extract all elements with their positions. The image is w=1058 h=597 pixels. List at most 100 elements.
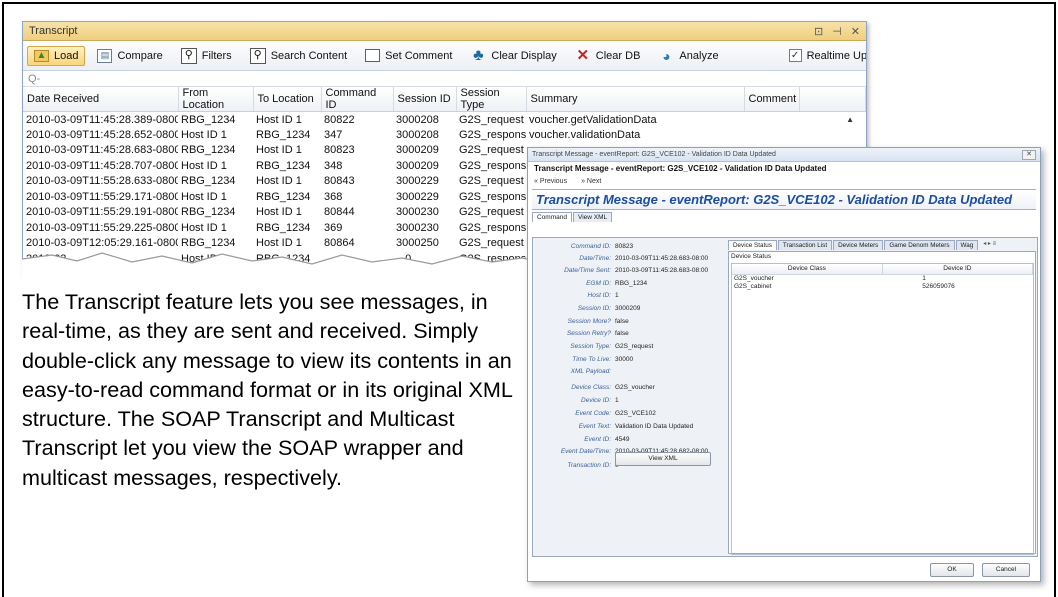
set-comment-button[interactable]: Set Comment [359, 46, 458, 65]
column-header[interactable]: From Location [178, 87, 254, 112]
field-value: 1 [615, 397, 619, 404]
table-cell: Host ID 1 [181, 128, 227, 141]
tab-view-xml[interactable]: View XML [572, 212, 613, 222]
table-row[interactable]: 2010-03-09T11:45:28.652-0800 Host ID 1 RBG… [23, 127, 866, 143]
table-cell: 2010-03-09T11:45:28.683-0800 [26, 144, 178, 157]
table-cell: voucher.validationData [529, 128, 641, 141]
table-cell: 3000230 [396, 206, 439, 219]
field-row: Date/Time Sent: 2010-03-09T11:45:28.683-0… [533, 267, 723, 277]
previous-button[interactable]: « Previous [534, 178, 567, 185]
device-tabs: Device Status Transaction List Device Me… [728, 238, 1038, 250]
pin-icon[interactable]: ⊣ [832, 25, 842, 38]
field-label: Date/Time Sent: [564, 267, 611, 274]
table-row[interactable]: 2010-03-09T11:45:28.389-0800 RBG_1234 Host… [23, 112, 866, 128]
view-xml-button[interactable]: View XML [615, 452, 711, 466]
column-header[interactable]: To Location [253, 87, 322, 112]
broom-icon: ♣ [473, 46, 484, 64]
field-row: Time To Live: 30000 [533, 356, 723, 366]
field-row: Session Type: G2S_request [533, 343, 723, 353]
table-cell: 80823 [324, 144, 355, 157]
dialog-body: Command ID: 80823 Date/Time: 2010-03-09T11:… [532, 237, 1038, 557]
close-icon[interactable]: ✕ [851, 25, 860, 38]
column-header[interactable]: Device ID [882, 264, 1034, 275]
table-cell [744, 127, 799, 143]
field-value: 2010-03-09T11:45:28.683-08:00 [615, 267, 709, 274]
field-row: Event Code: G2S_VCE102 [533, 410, 723, 420]
table-row[interactable]: G2S_voucher 1 [732, 274, 1033, 282]
field-value: G2S_VCE102 [615, 410, 656, 417]
device-class-cell: G2S_voucher [734, 274, 774, 282]
restore-icon[interactable]: ⊡ [814, 25, 823, 38]
field-value: false [615, 330, 629, 337]
table-cell: 368 [324, 190, 343, 203]
checkbox-checked-icon[interactable]: ✓ [788, 49, 802, 62]
column-header[interactable]: Summary [526, 87, 745, 112]
tab-command[interactable]: Command [532, 212, 572, 222]
field-value: G2S_request [615, 343, 654, 350]
field-label: Event Text: [578, 423, 611, 430]
previous-label: Previous [539, 178, 568, 185]
tab-wag[interactable]: Wag [955, 240, 979, 250]
table-row[interactable]: G2S_cabinet 526059076 [732, 282, 1033, 290]
column-header[interactable]: Session Type [456, 87, 527, 112]
table-cell: 2010-03-09T11:55:29.171-0800 [26, 190, 178, 203]
realtime-update-toggle[interactable]: ✓ Realtime Update [783, 46, 866, 65]
compare-icon: ▤ [97, 48, 113, 63]
search-input[interactable]: Q- [23, 71, 866, 87]
table-cell: Host ID 1 [256, 175, 302, 188]
tab-game-denom-meters[interactable]: Game Denom Meters [884, 240, 955, 250]
table-cell: 80843 [324, 175, 355, 188]
feature-description: The Transcript feature lets you see mess… [22, 289, 513, 490]
next-button[interactable]: » Next [581, 178, 601, 185]
clear-display-button[interactable]: ♣ Clear Display [464, 45, 562, 67]
tab-scroll-arrows-icon[interactable]: ◂ ▸ ≡ [983, 240, 996, 250]
scroll-up-arrow-icon[interactable]: ▲ [846, 115, 854, 124]
table-cell: Host ID 1 [181, 221, 227, 234]
field-row: Date/Time: 2010-03-09T11:45:28.683-08:00 [533, 255, 723, 265]
clear-db-button[interactable]: ✕ Clear DB [569, 45, 647, 67]
column-header[interactable]: Command ID [321, 87, 394, 112]
dialog-tabs: Command View XML [532, 212, 1036, 222]
tab-device-status[interactable]: Device Status [728, 240, 777, 250]
table-cell: Host ID 1 [256, 113, 302, 126]
field-label: XML Payload: [570, 368, 611, 375]
compare-button[interactable]: ▤ Compare [91, 46, 168, 66]
column-header[interactable]: Device Class [732, 264, 883, 275]
device-pane: Device Status Transaction List Device Me… [728, 238, 1038, 556]
table-cell: 348 [324, 159, 343, 172]
table-cell: 2010-03-09T11:55:29.225-0800 [26, 221, 178, 234]
table-cell: Host ID 1 [181, 159, 227, 172]
tab-device-meters[interactable]: Device Meters [833, 240, 884, 250]
filters-button[interactable]: ⚲ Filters [175, 45, 238, 67]
device-table: Device Class Device ID G2S_voucher 1 G2S… [731, 263, 1034, 555]
torn-edge-decoration [22, 252, 532, 283]
clear-db-label: Clear DB [595, 49, 641, 62]
column-header[interactable]: Comment [744, 87, 800, 112]
column-header[interactable]: Session ID [393, 87, 457, 112]
table-cell-filler [799, 112, 866, 128]
comment-box-icon [365, 49, 381, 62]
ok-button[interactable]: OK [930, 563, 974, 577]
analyze-button[interactable]: ◕ Analyze [652, 45, 724, 67]
column-header[interactable]: Date Received [23, 87, 179, 112]
table-cell: RBG_1234 [256, 159, 311, 172]
red-x-icon: ✕ [576, 47, 590, 64]
table-cell-filler [799, 127, 866, 143]
field-value: 1 [615, 292, 619, 299]
load-button[interactable]: ▲ Load [27, 45, 86, 66]
field-row: Event Text: Validation ID Data Updated [533, 423, 723, 433]
dialog-close-icon[interactable]: ✕ [1022, 149, 1036, 160]
table-cell: 3000229 [396, 190, 439, 203]
table-cell: RBG_1234 [181, 144, 236, 157]
device-table-header: Device Class Device ID [732, 264, 1034, 275]
field-label: Device Class: [571, 384, 611, 391]
search-content-button[interactable]: ⚲ Search Content [244, 45, 353, 67]
table-cell: 2010-03-09T11:55:28.633-0800 [26, 175, 178, 188]
tab-transaction-list[interactable]: Transaction List [777, 240, 833, 250]
cancel-button[interactable]: Cancel [982, 563, 1030, 577]
table-cell: G2S_request [459, 175, 524, 188]
compare-label: Compare [117, 49, 163, 62]
field-label: Date/Time: [579, 255, 611, 262]
field-row: Event ID: 4549 [533, 436, 723, 446]
table-cell: G2S_response [459, 159, 526, 172]
